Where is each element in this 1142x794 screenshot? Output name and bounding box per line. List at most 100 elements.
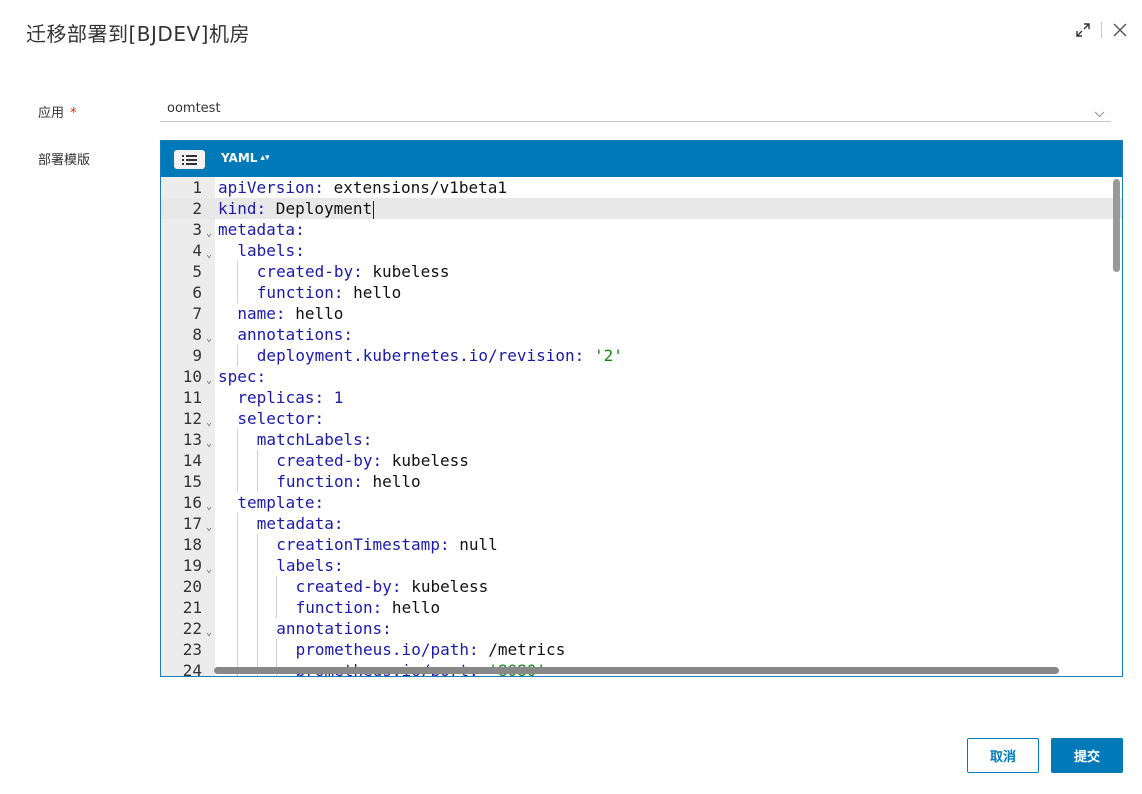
line-number: 4 xyxy=(192,241,202,260)
indent-guide xyxy=(276,576,278,597)
yaml-value: 1 xyxy=(324,388,344,407)
code-text: annotations: xyxy=(276,618,392,639)
yaml-key: function: xyxy=(256,283,344,302)
yaml-value: Deployment xyxy=(266,199,373,218)
line-number: 24 xyxy=(182,661,202,676)
gutter-cell: 13 ⌄ xyxy=(161,429,215,450)
yaml-value: hello xyxy=(285,304,344,323)
code-text: function: hello xyxy=(276,471,421,492)
cancel-button[interactable]: 取消 xyxy=(967,738,1039,773)
gutter-cell: 14 xyxy=(161,450,215,471)
code-line: 14 created-by: kubeless xyxy=(161,450,1122,471)
code-text: labels: xyxy=(237,240,304,261)
yaml-value: kubeless xyxy=(401,577,489,596)
indent-guide xyxy=(237,618,239,639)
yaml-key: metadata: xyxy=(218,220,305,239)
indent-guide xyxy=(237,513,239,534)
line-number: 5 xyxy=(192,262,202,281)
code-lines: 1 apiVersion: extensions/v1beta1 2 kind: De… xyxy=(161,177,1122,676)
line-number: 22 xyxy=(182,619,202,638)
code-line: 2 kind: Deployment xyxy=(161,198,1122,219)
gutter-cell: 12 ⌄ xyxy=(161,408,215,429)
yaml-key: metadata: xyxy=(256,514,344,533)
code-line: 7 name: hello xyxy=(161,303,1122,324)
required-mark: * xyxy=(70,106,77,121)
expand-icon[interactable] xyxy=(1075,22,1091,38)
gutter-cell: 21 xyxy=(161,597,215,618)
line-number: 12 xyxy=(182,409,202,428)
code-line: 10 ⌄ spec: xyxy=(161,366,1122,387)
yaml-value: extensions/v1beta1 xyxy=(323,178,507,197)
indent-guide xyxy=(237,345,239,366)
yaml-key: annotations: xyxy=(276,619,392,638)
indent-guide xyxy=(237,555,239,576)
list-icon[interactable] xyxy=(174,150,205,169)
code-text: template: xyxy=(237,492,324,513)
yaml-value: hello xyxy=(343,283,402,302)
yaml-key: labels: xyxy=(237,241,305,260)
code-text: name: hello xyxy=(237,303,343,324)
gutter-cell: 2 xyxy=(161,198,215,219)
line-number: 9 xyxy=(192,346,202,365)
line-number: 7 xyxy=(192,304,202,323)
code-line: 9 deployment.kubernetes.io/revision: '2' xyxy=(161,345,1122,366)
line-number: 6 xyxy=(192,283,202,302)
mode-label: YAML xyxy=(221,151,258,165)
indent-guide xyxy=(256,534,258,555)
vertical-scrollbar[interactable] xyxy=(1113,179,1120,272)
template-label: 部署模版 xyxy=(38,153,91,168)
indent-guide xyxy=(276,639,278,660)
gutter-cell: 22 ⌄ xyxy=(161,618,215,639)
indent-guide xyxy=(237,261,239,282)
line-number: 21 xyxy=(182,598,202,617)
yaml-key: creationTimestamp: xyxy=(276,535,450,554)
indent-guide xyxy=(256,639,258,660)
line-number: 8 xyxy=(192,325,202,344)
yaml-key: template: xyxy=(237,493,325,512)
yaml-key: kind: xyxy=(218,199,267,218)
gutter-cell: 16 ⌄ xyxy=(161,492,215,513)
indent-guide xyxy=(256,618,258,639)
submit-button[interactable]: 提交 xyxy=(1051,738,1123,773)
yaml-editor[interactable]: YAML ▴▾ 1 apiVersion: extensions/v1beta1 2… xyxy=(160,140,1123,677)
code-text: spec: xyxy=(218,366,266,387)
code-text: matchLabels: xyxy=(257,429,373,450)
mode-select[interactable]: YAML ▴▾ xyxy=(221,151,269,165)
gutter-cell: 6 xyxy=(161,282,215,303)
gutter-cell: 18 xyxy=(161,534,215,555)
indent-guide xyxy=(237,429,239,450)
code-line: 17 ⌄ metadata: xyxy=(161,513,1122,534)
line-number: 23 xyxy=(182,640,202,659)
code-line: 22 ⌄ annotations: xyxy=(161,618,1122,639)
code-line: 20 created-by: kubeless xyxy=(161,576,1122,597)
indent-guide xyxy=(276,597,278,618)
yaml-key: created-by: xyxy=(256,262,363,281)
horizontal-scrollbar[interactable] xyxy=(214,667,1059,674)
app-label: 应用 * xyxy=(38,102,77,121)
gutter-cell: 17 ⌄ xyxy=(161,513,215,534)
indent-guide xyxy=(237,576,239,597)
app-select[interactable]: oomtest xyxy=(160,96,1111,122)
yaml-key: annotations: xyxy=(237,325,353,344)
code-line: 15 function: hello xyxy=(161,471,1122,492)
yaml-key: apiVersion: xyxy=(218,178,324,197)
gutter-cell: 1 xyxy=(161,177,215,198)
line-number: 17 xyxy=(182,514,202,533)
yaml-value: hello xyxy=(382,598,441,617)
editor-toolbar: YAML ▴▾ xyxy=(161,141,1122,177)
gutter-cell: 19 ⌄ xyxy=(161,555,215,576)
code-line: 21 function: hello xyxy=(161,597,1122,618)
close-icon[interactable] xyxy=(1112,22,1128,38)
controls-divider xyxy=(1101,22,1102,38)
line-number: 10 xyxy=(182,367,202,386)
code-area[interactable]: 1 apiVersion: extensions/v1beta1 2 kind: De… xyxy=(161,177,1122,676)
text-cursor xyxy=(373,200,375,219)
code-text: metadata: xyxy=(218,219,305,240)
line-number: 18 xyxy=(182,535,202,554)
gutter-cell: 24 xyxy=(161,660,215,676)
yaml-key: name: xyxy=(237,304,286,323)
code-line: 8 ⌄ annotations: xyxy=(161,324,1122,345)
code-line: 18 creationTimestamp: null xyxy=(161,534,1122,555)
gutter-cell: 7 xyxy=(161,303,215,324)
code-text: annotations: xyxy=(237,324,353,345)
